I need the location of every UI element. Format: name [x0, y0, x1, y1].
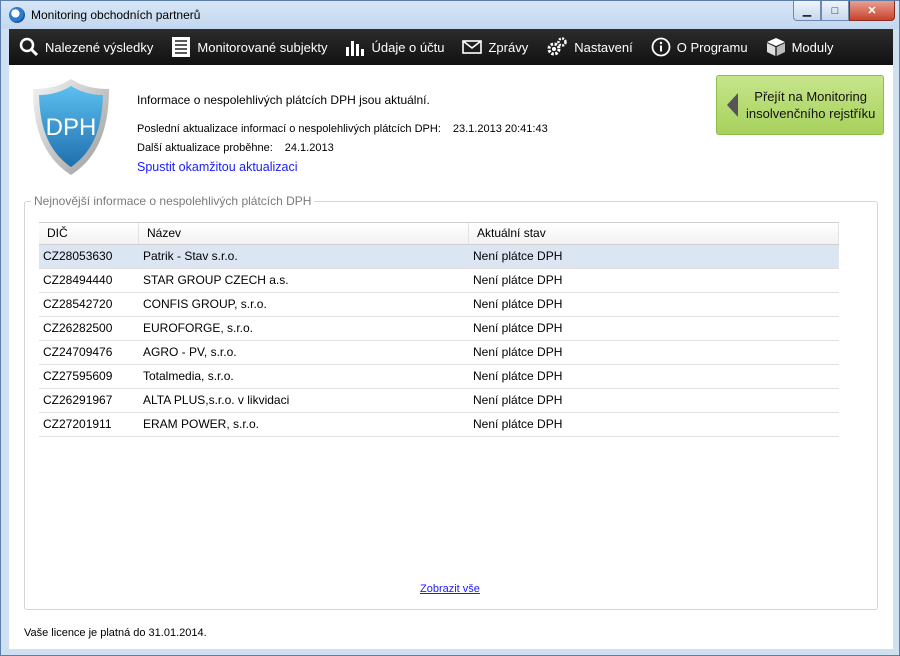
menu-item-monitored[interactable]: Monitorované subjekty	[161, 29, 335, 65]
cell-status: Není plátce DPH	[473, 249, 563, 263]
cell-dic: CZ24709476	[43, 345, 113, 359]
goto-line-1: Přejít na Monitoring	[754, 89, 868, 104]
app-icon	[9, 7, 25, 23]
menu-label: Zprávy	[488, 39, 529, 55]
cell-status: Není plátce DPH	[473, 297, 563, 311]
window-controls: ▁ □ ✕	[793, 1, 895, 21]
menu-label: Údaje o účtu	[371, 39, 445, 55]
menu-item-about[interactable]: O Programu	[641, 29, 756, 65]
table-row[interactable]: CZ28542720 CONFIS GROUP, s.r.o. Není plá…	[39, 293, 839, 317]
maximize-button[interactable]: □	[821, 1, 849, 21]
cell-name: STAR GROUP CZECH a.s.	[143, 273, 289, 287]
status-message: Informace o nespolehlivých plátcích DPH …	[137, 93, 430, 107]
show-all-link[interactable]: Zobrazit vše	[420, 583, 480, 595]
update-now-link[interactable]: Spustit okamžitou aktualizaci	[137, 160, 298, 174]
cell-dic: CZ27595609	[43, 369, 113, 383]
menu-label: O Programu	[676, 39, 748, 55]
table-row[interactable]: CZ26282500 EUROFORGE, s.r.o. Není plátce…	[39, 317, 839, 341]
menu-label: Nastavení	[574, 39, 633, 55]
minimize-button[interactable]: ▁	[793, 1, 821, 21]
last-update-value: 23.1.2013 20:41:43	[452, 123, 548, 135]
table-row[interactable]: CZ28053630 Patrik - Stav s.r.o. Není plá…	[39, 245, 839, 269]
table-row[interactable]: CZ27595609 Totalmedia, s.r.o. Není plátc…	[39, 365, 839, 389]
cell-status: Není plátce DPH	[473, 369, 563, 383]
last-update-line: Poslední aktualizace informací o nespole…	[137, 123, 548, 135]
vat-table: DIČ Název Aktuální stav CZ28053630 Patri…	[39, 222, 839, 437]
cube-icon	[766, 38, 785, 56]
goto-button-label: Přejít na Monitoring insolvenčního rejst…	[746, 88, 875, 122]
title-bar[interactable]: Monitoring obchodních partnerů ▁ □ ✕	[1, 1, 899, 29]
cell-dic: CZ28542720	[43, 297, 113, 311]
table-row[interactable]: CZ27201911 ERAM POWER, s.r.o. Není plátc…	[39, 413, 839, 437]
next-update-line: Další aktualizace proběhne: 24.1.2013	[137, 142, 334, 154]
next-update-label: Další aktualizace proběhne:	[137, 142, 273, 154]
col-header-dic[interactable]: DIČ	[39, 223, 139, 244]
table-header: DIČ Název Aktuální stav	[39, 222, 839, 245]
cell-name: ERAM POWER, s.r.o.	[143, 417, 260, 431]
cell-status: Není plátce DPH	[473, 417, 563, 431]
main-content: DPH Informace o nespolehlivých plátcích …	[9, 65, 893, 649]
info-icon	[651, 37, 671, 57]
main-menu: Nalezené výsledky Monitorované subjekty …	[9, 29, 893, 65]
window-title: Monitoring obchodních partnerů	[31, 8, 201, 22]
list-icon	[172, 37, 191, 57]
cell-dic: CZ26282500	[43, 321, 113, 335]
goto-insolvency-button[interactable]: Přejít na Monitoring insolvenčního rejst…	[716, 75, 884, 135]
search-icon	[19, 37, 39, 57]
col-header-name[interactable]: Název	[139, 223, 469, 244]
menu-label: Moduly	[791, 39, 834, 55]
app-window: Monitoring obchodních partnerů ▁ □ ✕ Nal…	[0, 0, 900, 656]
cell-dic: CZ28053630	[43, 249, 113, 263]
cell-status: Není plátce DPH	[473, 321, 563, 335]
menu-item-messages[interactable]: Zprávy	[452, 29, 536, 65]
gears-icon	[547, 37, 567, 56]
dph-shield-icon: DPH	[33, 79, 109, 175]
menu-item-modules[interactable]: Moduly	[756, 29, 842, 65]
cell-name: Totalmedia, s.r.o.	[143, 369, 234, 383]
col-header-status[interactable]: Aktuální stav	[469, 223, 839, 244]
menu-item-account[interactable]: Údaje o účtu	[335, 29, 452, 65]
cell-name: EUROFORGE, s.r.o.	[143, 321, 254, 335]
table-row[interactable]: CZ26291967 ALTA PLUS,s.r.o. v likvidaci …	[39, 389, 839, 413]
cell-status: Není plátce DPH	[473, 393, 563, 407]
table-row[interactable]: CZ28494440 STAR GROUP CZECH a.s. Není pl…	[39, 269, 839, 293]
group-title: Nejnovější informace o nespolehlivých pl…	[34, 194, 312, 208]
menu-item-results[interactable]: Nalezené výsledky	[9, 29, 161, 65]
menu-label: Monitorované subjekty	[197, 39, 328, 55]
shield-label: DPH	[46, 114, 97, 141]
arrow-left-icon	[727, 93, 738, 117]
last-update-label: Poslední aktualizace informací o nespole…	[137, 123, 441, 135]
table-row[interactable]: CZ24709476 AGRO - PV, s.r.o. Není plátce…	[39, 341, 839, 365]
menu-item-settings[interactable]: Nastavení	[536, 29, 641, 65]
bar-chart-icon	[346, 41, 365, 56]
cell-dic: CZ27201911	[43, 417, 112, 431]
close-button[interactable]: ✕	[849, 1, 895, 21]
cell-name: ALTA PLUS,s.r.o. v likvidaci	[143, 393, 290, 407]
menu-label: Nalezené výsledky	[45, 39, 154, 55]
cell-name: AGRO - PV, s.r.o.	[143, 345, 237, 359]
cell-status: Není plátce DPH	[473, 273, 563, 287]
next-update-value: 24.1.2013	[284, 142, 334, 154]
cell-dic: CZ26291967	[43, 393, 113, 407]
cell-status: Není plátce DPH	[473, 345, 563, 359]
cell-name: CONFIS GROUP, s.r.o.	[143, 297, 267, 311]
license-info: Vaše licence je platná do 31.01.2014.	[24, 627, 207, 639]
goto-line-2: insolvenčního rejstříku	[746, 106, 876, 121]
cell-name: Patrik - Stav s.r.o.	[143, 249, 238, 263]
envelope-icon	[462, 40, 483, 54]
cell-dic: CZ28494440	[43, 273, 113, 287]
